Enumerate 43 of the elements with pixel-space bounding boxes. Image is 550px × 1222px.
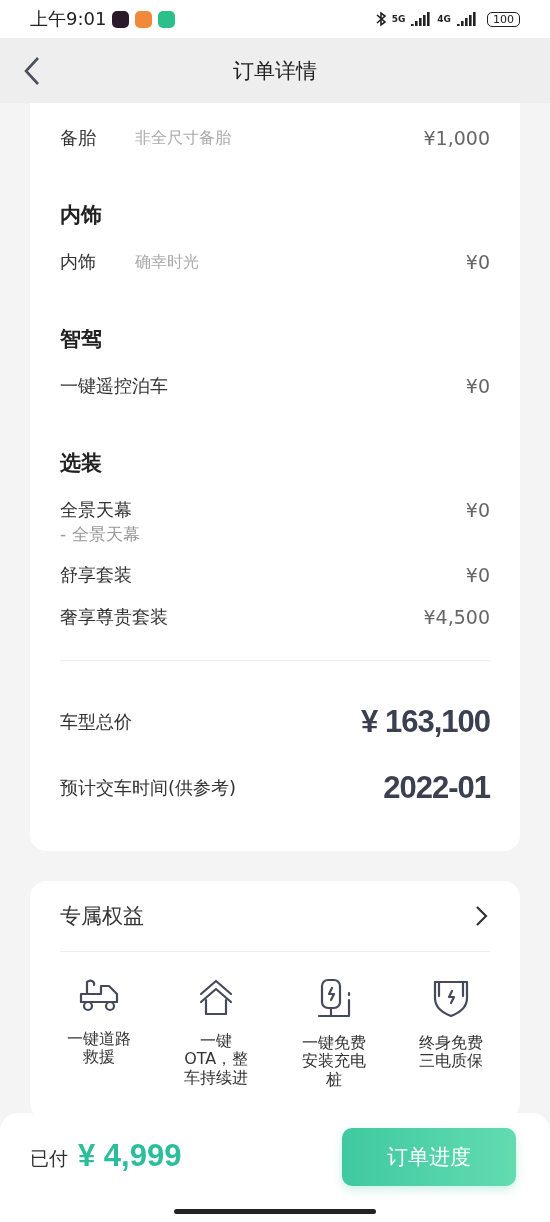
paid-label: 已付 <box>30 1146 68 1171</box>
total-value: ¥ 163,100 <box>361 704 490 740</box>
section-heading: 选装 <box>60 450 103 477</box>
item-spec: 确幸时光 <box>135 251 200 273</box>
signal-icon <box>411 12 432 26</box>
battery-indicator: 100 <box>487 11 520 27</box>
paid-amount: ¥ 4,999 <box>78 1138 182 1174</box>
item-price: ¥0 <box>465 564 490 586</box>
item-spec: 非全尺寸备胎 <box>135 127 232 149</box>
order-progress-button[interactable]: 订单进度 <box>342 1128 516 1186</box>
item-price: ¥0 <box>465 251 490 273</box>
item-label: 全景天幕 <box>60 498 133 522</box>
section-heading: 内饰 <box>60 202 103 229</box>
item-label: 一键遥控泊车 <box>60 374 168 398</box>
item-price: ¥0 <box>465 375 490 397</box>
benefit-label: 一键免费安装充电桩 <box>300 1034 367 1090</box>
item-label: 内饰 <box>60 250 97 274</box>
benefit-label: 终身免费三电质保 <box>418 1034 485 1071</box>
page-title: 订单详情 <box>233 57 317 85</box>
shield-bolt-icon <box>432 978 471 1018</box>
benefit-label: 一键道路救援 <box>65 1030 132 1067</box>
total-label: 预计交车时间(供参考) <box>60 776 237 800</box>
network-label: 4G <box>437 14 451 24</box>
signal-icon <box>457 12 477 26</box>
network-label: 5G <box>391 14 406 24</box>
section-heading: 智驾 <box>60 326 103 353</box>
benefits-title: 专属权益 <box>60 903 144 930</box>
app-icon <box>158 10 176 28</box>
benefit-label: 一键OTA，整车持续进 <box>183 1032 250 1088</box>
charger-icon <box>315 978 352 1018</box>
item-label: 备胎 <box>60 126 97 150</box>
status-time: 上午9:01 <box>30 7 107 31</box>
item-label: 奢享尊贵套装 <box>60 605 168 629</box>
total-value: 2022-01 <box>383 770 490 806</box>
item-subitem: - 全景天幕 <box>60 523 141 546</box>
item-price: ¥0 <box>465 499 490 521</box>
item-label: 舒享套装 <box>60 563 133 587</box>
total-label: 车型总价 <box>60 710 132 734</box>
item-price: ¥1,000 <box>423 127 490 149</box>
bluetooth-icon <box>375 11 386 27</box>
item-price: ¥4,500 <box>423 606 490 628</box>
app-icon <box>135 10 153 28</box>
app-icon <box>112 10 130 28</box>
